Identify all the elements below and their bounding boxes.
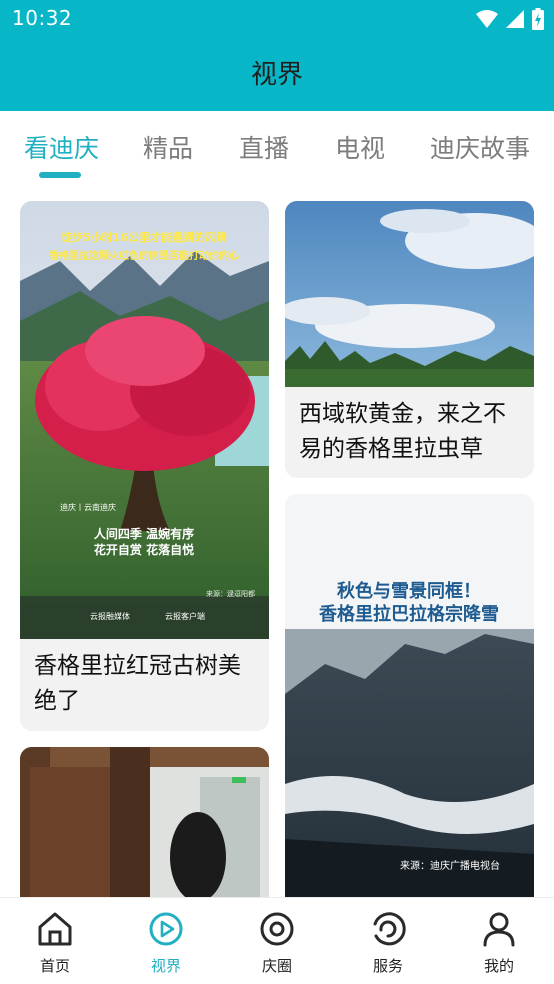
nav-shijie[interactable]: 视界 <box>111 898 221 984</box>
tab-kan-diqing[interactable]: 看迪庆 <box>24 129 99 165</box>
nav-label: 首页 <box>39 957 70 975</box>
nav-wode[interactable]: 我的 <box>444 898 554 984</box>
target-circle-icon <box>260 912 294 946</box>
card-caption[interactable]: 西域软黄金，来之不易的香格里拉虫草 <box>299 397 522 467</box>
thumbnail-source: 来源：逯逗阳都 <box>206 589 255 598</box>
nav-label: 视界 <box>150 957 181 975</box>
bottom-navigation: 首页 视界 庆圈 服务 我的 <box>0 897 554 984</box>
video-thumbnail <box>20 747 269 897</box>
thumbnail-logo-2: 云报客户端 <box>165 611 205 621</box>
active-tab-indicator <box>39 172 81 178</box>
feed-card-cordyceps[interactable]: 西域软黄金，来之不易的香格里拉虫草 <box>285 201 534 478</box>
status-icons <box>476 8 544 30</box>
page-title: 视界 <box>250 60 303 90</box>
status-time: 10:32 <box>12 6 73 30</box>
wifi-icon <box>476 10 498 28</box>
thumbnail-headline-2: 香格里拉这颗火红色的树是否能打动你的心 <box>49 249 239 262</box>
thumbnail-headline-2: 香格里拉巴拉格宗降雪 <box>318 603 499 625</box>
status-bar: 10:32 <box>0 0 554 38</box>
person-icon <box>483 912 515 947</box>
tab-zhibo[interactable]: 直播 <box>239 129 289 165</box>
home-icon <box>38 912 72 946</box>
nav-fuwu[interactable]: 服务 <box>333 898 443 984</box>
thumbnail-location: 迪庆丨云南迪庆 <box>60 502 116 512</box>
video-thumbnail: 秋色与雪景同框！ 香格里拉巴拉格宗降雪 来源：迪庆广播电视台 <box>285 494 534 897</box>
feed-card-red-tree[interactable]: 徒步5小时16公里才能遇到的风景 香格里拉这颗火红色的树是否能打动你的心 迪庆丨… <box>20 201 269 731</box>
tab-diqing-gushi[interactable]: 迪庆故事 <box>430 129 530 165</box>
thumbnail-poem-1: 人间四季 温婉有序 <box>94 526 194 541</box>
thumbnail-source: 来源：迪庆广播电视台 <box>400 859 500 872</box>
battery-charging-icon <box>532 8 544 30</box>
signal-icon <box>506 10 524 28</box>
nav-home[interactable]: 首页 <box>0 898 110 984</box>
nav-label: 庆圈 <box>261 957 292 975</box>
video-thumbnail: 徒步5小时16公里才能遇到的风景 香格里拉这颗火红色的树是否能打动你的心 迪庆丨… <box>20 201 269 639</box>
feed-card-snow-mountain[interactable]: 秋色与雪景同框！ 香格里拉巴拉格宗降雪 来源：迪庆广播电视台 <box>285 494 534 897</box>
video-thumbnail <box>285 201 534 387</box>
video-feed[interactable]: 徒步5小时16公里才能遇到的风景 香格里拉这颗火红色的树是否能打动你的心 迪庆丨… <box>0 181 554 897</box>
thumbnail-poem-2: 花开自赏 花落自悦 <box>94 542 194 557</box>
nav-label: 服务 <box>372 957 403 975</box>
nav-qingquan[interactable]: 庆圈 <box>222 898 332 984</box>
play-circle-icon <box>149 912 183 946</box>
card-caption[interactable]: 香格里拉红冠古树美绝了 <box>34 649 257 719</box>
category-tabs: 看迪庆 精品 直播 电视 迪庆故事 <box>0 111 554 181</box>
thumbnail-headline-1: 徒步5小时16公里才能遇到的风景 <box>60 230 227 244</box>
thumbnail-logo-1: 云报融媒体 <box>90 611 130 621</box>
nav-label: 我的 <box>483 957 514 975</box>
app-header: 视界 <box>0 38 554 111</box>
tab-jingpin[interactable]: 精品 <box>143 129 193 165</box>
feed-card-interior[interactable] <box>20 747 269 897</box>
thumbnail-headline-1: 秋色与雪景同框！ <box>337 580 481 602</box>
tab-dianshi[interactable]: 电视 <box>335 129 385 165</box>
refresh-circle-icon <box>373 912 406 946</box>
